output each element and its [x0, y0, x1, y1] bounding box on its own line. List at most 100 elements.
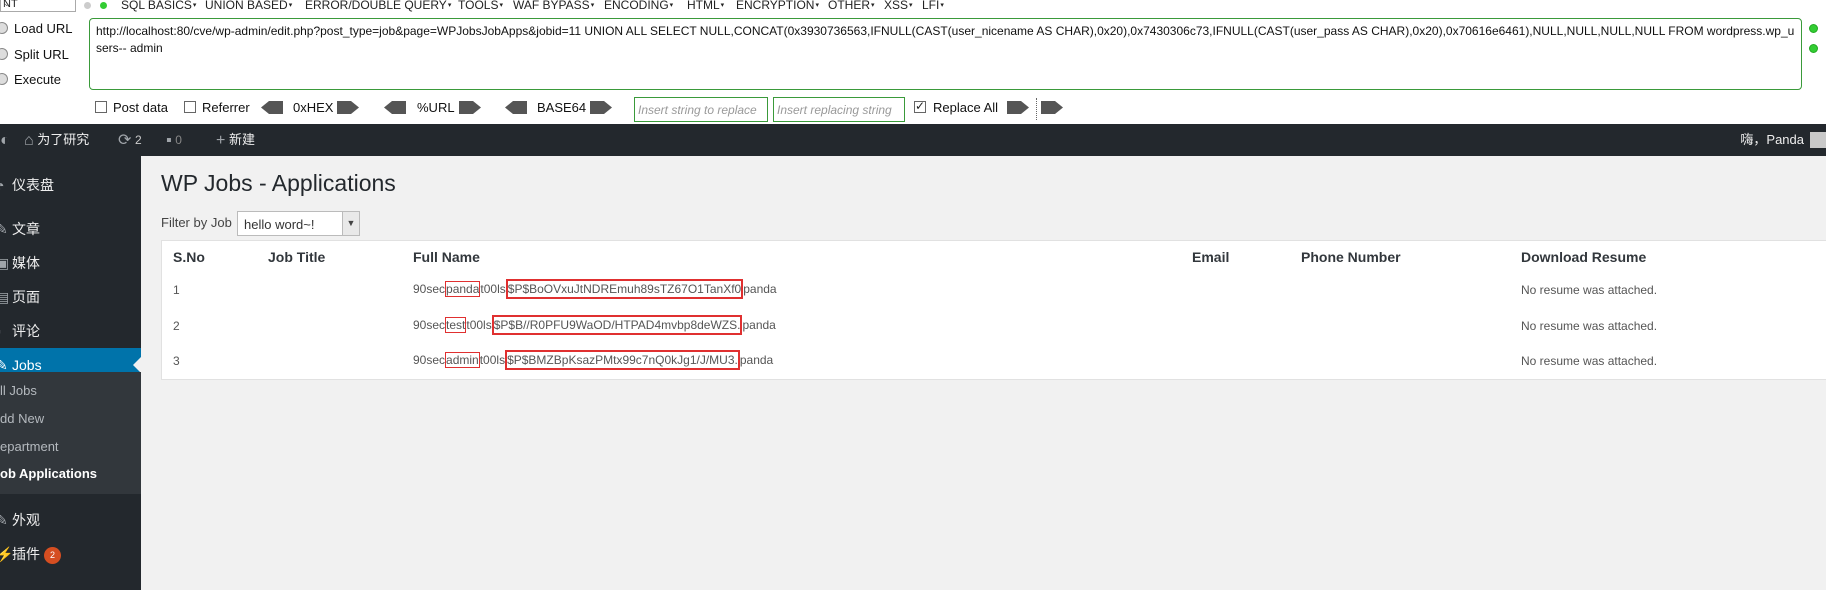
sidebar-item-comments[interactable]: ▪评论	[0, 314, 141, 348]
sidebar-item-plugins[interactable]: ⚡插件 2	[0, 537, 141, 571]
hackbar-menu: NT ⌄ SQL BASICS▾ UNION BASED▾ ERROR/DOUB…	[0, 0, 1826, 12]
submenu-job-applications[interactable]: ob Applications	[0, 466, 97, 481]
split-url-button[interactable]: Split URL	[0, 47, 69, 62]
plugin-icon: ⚡	[0, 546, 14, 562]
menu-waf-bypass[interactable]: WAF BYPASS▾	[513, 0, 594, 12]
menu-encryption[interactable]: ENCRYPTION▾	[736, 0, 819, 12]
replace-all-arrow-icon[interactable]	[1041, 101, 1063, 114]
sidebar-item-posts[interactable]: ✎ 文章	[0, 212, 141, 246]
hex-label: 0xHEX	[293, 100, 334, 115]
filter-job-select[interactable]: hello word~! ▼	[237, 211, 360, 236]
execute-icon	[0, 73, 8, 85]
hackbar-options: Post data Referrer 0xHEX %URL BASE64 Ins…	[0, 96, 1826, 122]
menu-union-based[interactable]: UNION BASED▾	[205, 0, 292, 12]
url-textarea[interactable]: http://localhost:80/cve/wp-admin/edit.ph…	[89, 18, 1802, 90]
comment-icon: ▪	[166, 132, 172, 149]
sidebar-item-pages[interactable]: ▤ 页面	[0, 280, 141, 314]
replace-all-checkbox[interactable]	[914, 99, 926, 113]
chevron-down-icon: ▼	[342, 212, 359, 235]
wp-logo-icon[interactable]: ◐	[0, 124, 10, 156]
chevron-down-icon: ⌄	[3, 0, 11, 8]
pin-icon: ✎	[0, 221, 8, 237]
menu-encoding[interactable]: ENCODING▾	[604, 0, 673, 12]
avatar[interactable]	[1810, 132, 1826, 148]
base64-decode-arrow-icon[interactable]	[505, 101, 527, 114]
menu-html[interactable]: HTML▾	[687, 0, 724, 12]
updates-link[interactable]: ⟳ 2	[118, 124, 142, 156]
hackbar-select[interactable]: NT ⌄	[0, 0, 76, 12]
load-url-button[interactable]: Load URL	[0, 21, 73, 36]
minus-icon[interactable]	[84, 2, 91, 9]
media-icon: ▣	[0, 255, 10, 271]
sidebar-item-dashboard[interactable]: ◔ 仪表盘	[0, 168, 141, 202]
comment-icon: ▪	[0, 314, 10, 348]
menu-tools[interactable]: TOOLS▾	[458, 0, 503, 12]
post-data-label: Post data	[113, 100, 168, 115]
row-full-name: 90secpandat00ls $P$BoOVxuJtNDREmuh89sTZ67…	[413, 279, 777, 299]
replacing-string-input[interactable]: Insert replacing string	[773, 97, 905, 122]
base64-encode-arrow-icon[interactable]	[590, 101, 612, 114]
split-url-icon	[0, 48, 8, 60]
dashboard-icon: ◔	[0, 177, 5, 193]
status-dot-icon	[1809, 24, 1818, 33]
hex-decode-arrow-icon[interactable]	[261, 101, 283, 114]
menu-xss[interactable]: XSS▾	[884, 0, 913, 12]
submenu-add-new[interactable]: dd New	[0, 411, 44, 426]
referrer-label: Referrer	[202, 100, 250, 115]
page-title: WP Jobs - Applications	[161, 170, 396, 196]
column-header-full-name: Full Name	[413, 249, 480, 265]
base64-label: BASE64	[537, 100, 587, 115]
filter-job-value: hello word~!	[244, 217, 315, 232]
row-sno: 3	[173, 354, 180, 368]
menu-error-double-query[interactable]: ERROR/DOUBLE QUERY▾	[305, 0, 451, 12]
jobs-submenu: ll Jobs dd New epartment ob Applications	[0, 372, 141, 494]
page-icon: ▤	[0, 289, 10, 305]
appearance-icon: ✎	[0, 512, 8, 528]
sidebar-item-appearance[interactable]: ✎ 外观	[0, 503, 141, 537]
replace-arrow-icon[interactable]	[1007, 101, 1029, 114]
hex-encode-arrow-icon[interactable]	[337, 101, 359, 114]
row-sno: 1	[173, 283, 180, 297]
insert-string-input[interactable]: Insert string to replace	[634, 97, 768, 122]
applications-table: S.No Job Title Full Name Email Phone Num…	[161, 240, 1826, 380]
execute-button[interactable]: Execute	[0, 72, 61, 87]
column-header-phone: Phone Number	[1301, 249, 1401, 265]
status-dot-icon	[1809, 44, 1818, 53]
menu-lfi[interactable]: LFI▾	[922, 0, 944, 12]
account-link[interactable]: 嗨，Panda	[1740, 124, 1804, 156]
hackbar: NT ⌄ SQL BASICS▾ UNION BASED▾ ERROR/DOUB…	[0, 0, 1826, 124]
post-data-checkbox[interactable]	[95, 101, 107, 113]
column-header-job-title: Job Title	[268, 249, 326, 265]
row-resume: No resume was attached.	[1521, 319, 1658, 333]
referrer-checkbox[interactable]	[184, 101, 196, 113]
menu-sql-basics[interactable]: SQL BASICS▾	[121, 0, 196, 12]
url-label: %URL	[417, 100, 455, 115]
url-decode-arrow-icon[interactable]	[384, 101, 406, 114]
column-header-email: Email	[1192, 249, 1230, 265]
admin-sidebar: ◔仪表盘 ✎文章 ▣媒体 ▤页面 ▪评论 ✎Jobs ll Jobs dd Ne…	[0, 156, 141, 590]
submenu-all-jobs[interactable]: ll Jobs	[0, 383, 37, 398]
row-resume: No resume was attached.	[1521, 354, 1658, 368]
sidebar-item-media[interactable]: ▣ 媒体	[0, 246, 141, 280]
comments-link[interactable]: ▪ 0	[166, 124, 182, 156]
divider	[1036, 98, 1037, 120]
row-sno: 2	[173, 319, 180, 333]
row-resume: No resume was attached.	[1521, 283, 1658, 297]
menu-other[interactable]: OTHER▾	[828, 0, 875, 12]
wp-admin-bar: ◐ ⌂ 为了研究 ⟳ 2 ▪ 0 + 新建 嗨，Panda	[0, 124, 1826, 156]
new-content-link[interactable]: + 新建	[216, 124, 255, 156]
column-header-sno: S.No	[173, 249, 205, 265]
submenu-department[interactable]: epartment	[0, 439, 59, 454]
load-url-icon	[0, 22, 8, 34]
row-full-name: 90secadmint00ls $P$BMZBpKsazPMtx99c7nQ0kJ…	[413, 350, 773, 370]
home-icon: ⌂	[24, 132, 34, 149]
filter-label: Filter by Job	[161, 215, 232, 230]
replace-all-label: Replace All	[933, 100, 999, 115]
site-name-link[interactable]: ⌂ 为了研究	[24, 124, 89, 156]
status-dot-icon	[100, 2, 107, 9]
column-header-resume: Download Resume	[1521, 249, 1647, 265]
plugins-update-badge: 2	[44, 547, 61, 564]
refresh-icon: ⟳	[118, 132, 132, 149]
plus-icon: +	[216, 132, 226, 149]
url-encode-arrow-icon[interactable]	[459, 101, 481, 114]
